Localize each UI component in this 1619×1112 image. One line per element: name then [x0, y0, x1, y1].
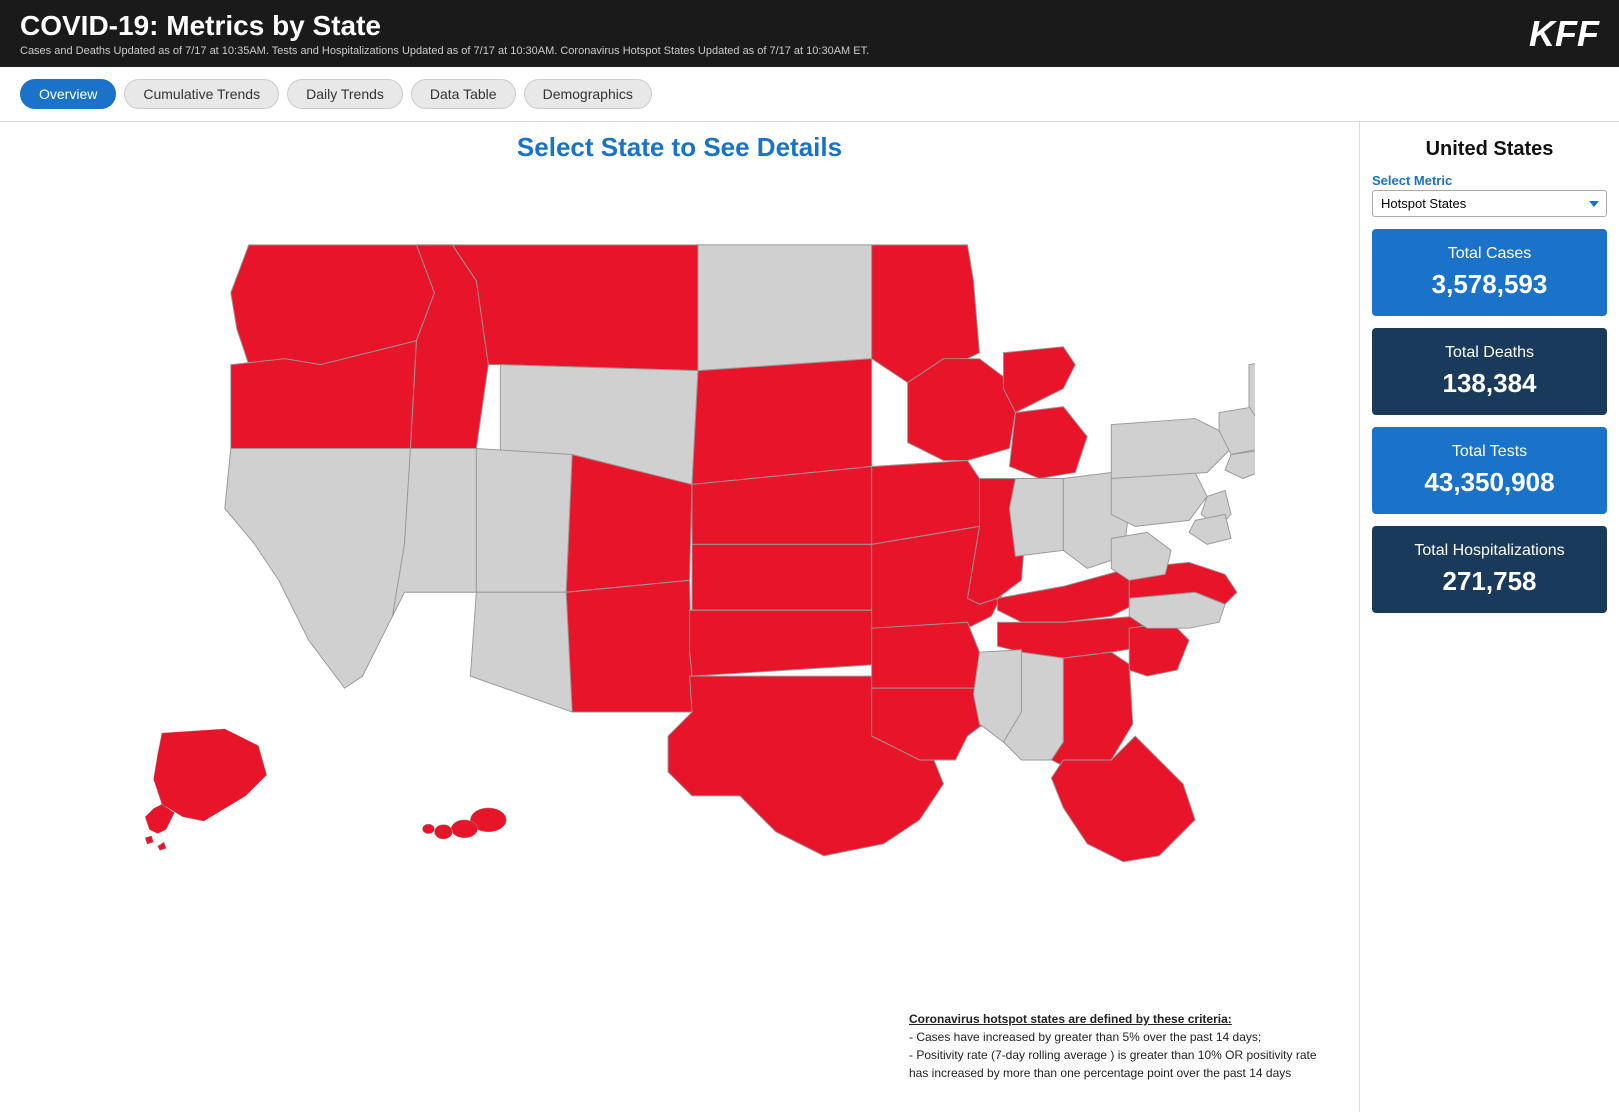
state-mi[interactable]: [1003, 347, 1075, 413]
state-pa[interactable]: [1111, 472, 1207, 526]
nav-bar: Overview Cumulative Trends Daily Trends …: [0, 67, 1619, 122]
total-hospitalizations-value: 271,758: [1384, 566, 1595, 597]
state-ma[interactable]: [1225, 449, 1255, 479]
state-sd[interactable]: [691, 359, 871, 485]
sidebar: United States Select Metric Hotspot Stat…: [1359, 122, 1619, 1112]
state-mi-lower[interactable]: [1009, 407, 1087, 479]
tab-cumulative-trends[interactable]: Cumulative Trends: [124, 79, 279, 109]
hotspot-criteria-heading: Coronavirus hotspot states are defined b…: [909, 1012, 1232, 1026]
stat-card-total-tests: Total Tests 43,350,908: [1372, 427, 1607, 514]
hotspot-bullet-2: - Positivity rate (7-day rolling average…: [909, 1048, 1317, 1080]
main-content: Select State to See Details: [0, 122, 1619, 1112]
state-nm[interactable]: [566, 580, 692, 712]
state-in[interactable]: [1009, 478, 1063, 556]
tab-data-table[interactable]: Data Table: [411, 79, 516, 109]
metric-select-wrapper: Hotspot States Total Cases Total Deaths …: [1372, 190, 1607, 217]
total-tests-value: 43,350,908: [1384, 467, 1595, 498]
tab-overview[interactable]: Overview: [20, 79, 116, 109]
state-ok[interactable]: [689, 610, 883, 676]
metric-select[interactable]: Hotspot States Total Cases Total Deaths …: [1372, 190, 1607, 217]
us-map[interactable]: [105, 173, 1255, 892]
state-sc[interactable]: [1129, 622, 1189, 676]
total-hospitalizations-label: Total Hospitalizations: [1384, 542, 1595, 560]
total-deaths-value: 138,384: [1384, 368, 1595, 399]
state-ar[interactable]: [871, 622, 985, 688]
hotspot-criteria: Coronavirus hotspot states are defined b…: [909, 1010, 1329, 1082]
select-metric-label: Select Metric: [1372, 173, 1607, 188]
state-ks[interactable]: [691, 544, 871, 610]
total-cases-label: Total Cases: [1384, 245, 1595, 263]
tab-daily-trends[interactable]: Daily Trends: [287, 79, 403, 109]
state-ut[interactable]: [476, 449, 572, 593]
state-hi-2[interactable]: [451, 820, 477, 838]
total-cases-value: 3,578,593: [1384, 269, 1595, 300]
select-metric-section: Select Metric Hotspot States Total Cases…: [1372, 173, 1607, 217]
map-area: Select State to See Details: [0, 122, 1359, 1112]
state-nd[interactable]: [697, 245, 871, 371]
map-title: Select State to See Details: [0, 132, 1359, 163]
state-ak[interactable]: [153, 729, 266, 821]
state-wi[interactable]: [907, 359, 1015, 461]
page-header: COVID-19: Metrics by State Cases and Dea…: [0, 0, 1619, 67]
state-wv[interactable]: [1111, 532, 1171, 580]
state-md-de[interactable]: [1189, 514, 1231, 544]
state-hi-4[interactable]: [422, 824, 434, 834]
stat-card-total-cases: Total Cases 3,578,593: [1372, 229, 1607, 316]
total-tests-label: Total Tests: [1384, 443, 1595, 461]
stat-card-total-hospitalizations: Total Hospitalizations 271,758: [1372, 526, 1607, 613]
state-ca[interactable]: [224, 449, 410, 689]
total-deaths-label: Total Deaths: [1384, 344, 1595, 362]
page-title: COVID-19: Metrics by State: [20, 10, 869, 42]
sidebar-title: United States: [1372, 138, 1607, 161]
header-subtitle: Cases and Deaths Updated as of 7/17 at 1…: [20, 45, 869, 57]
state-ny[interactable]: [1111, 419, 1231, 479]
state-mt[interactable]: [452, 245, 704, 371]
tab-demographics[interactable]: Demographics: [524, 79, 652, 109]
header-left: COVID-19: Metrics by State Cases and Dea…: [20, 10, 869, 57]
state-hi-3[interactable]: [434, 825, 452, 839]
kff-logo: KFF: [1529, 13, 1599, 55]
stat-card-total-deaths: Total Deaths 138,384: [1372, 328, 1607, 415]
state-ak-islands[interactable]: [145, 836, 166, 851]
hotspot-bullet-1: - Cases have increased by greater than 5…: [909, 1030, 1261, 1044]
